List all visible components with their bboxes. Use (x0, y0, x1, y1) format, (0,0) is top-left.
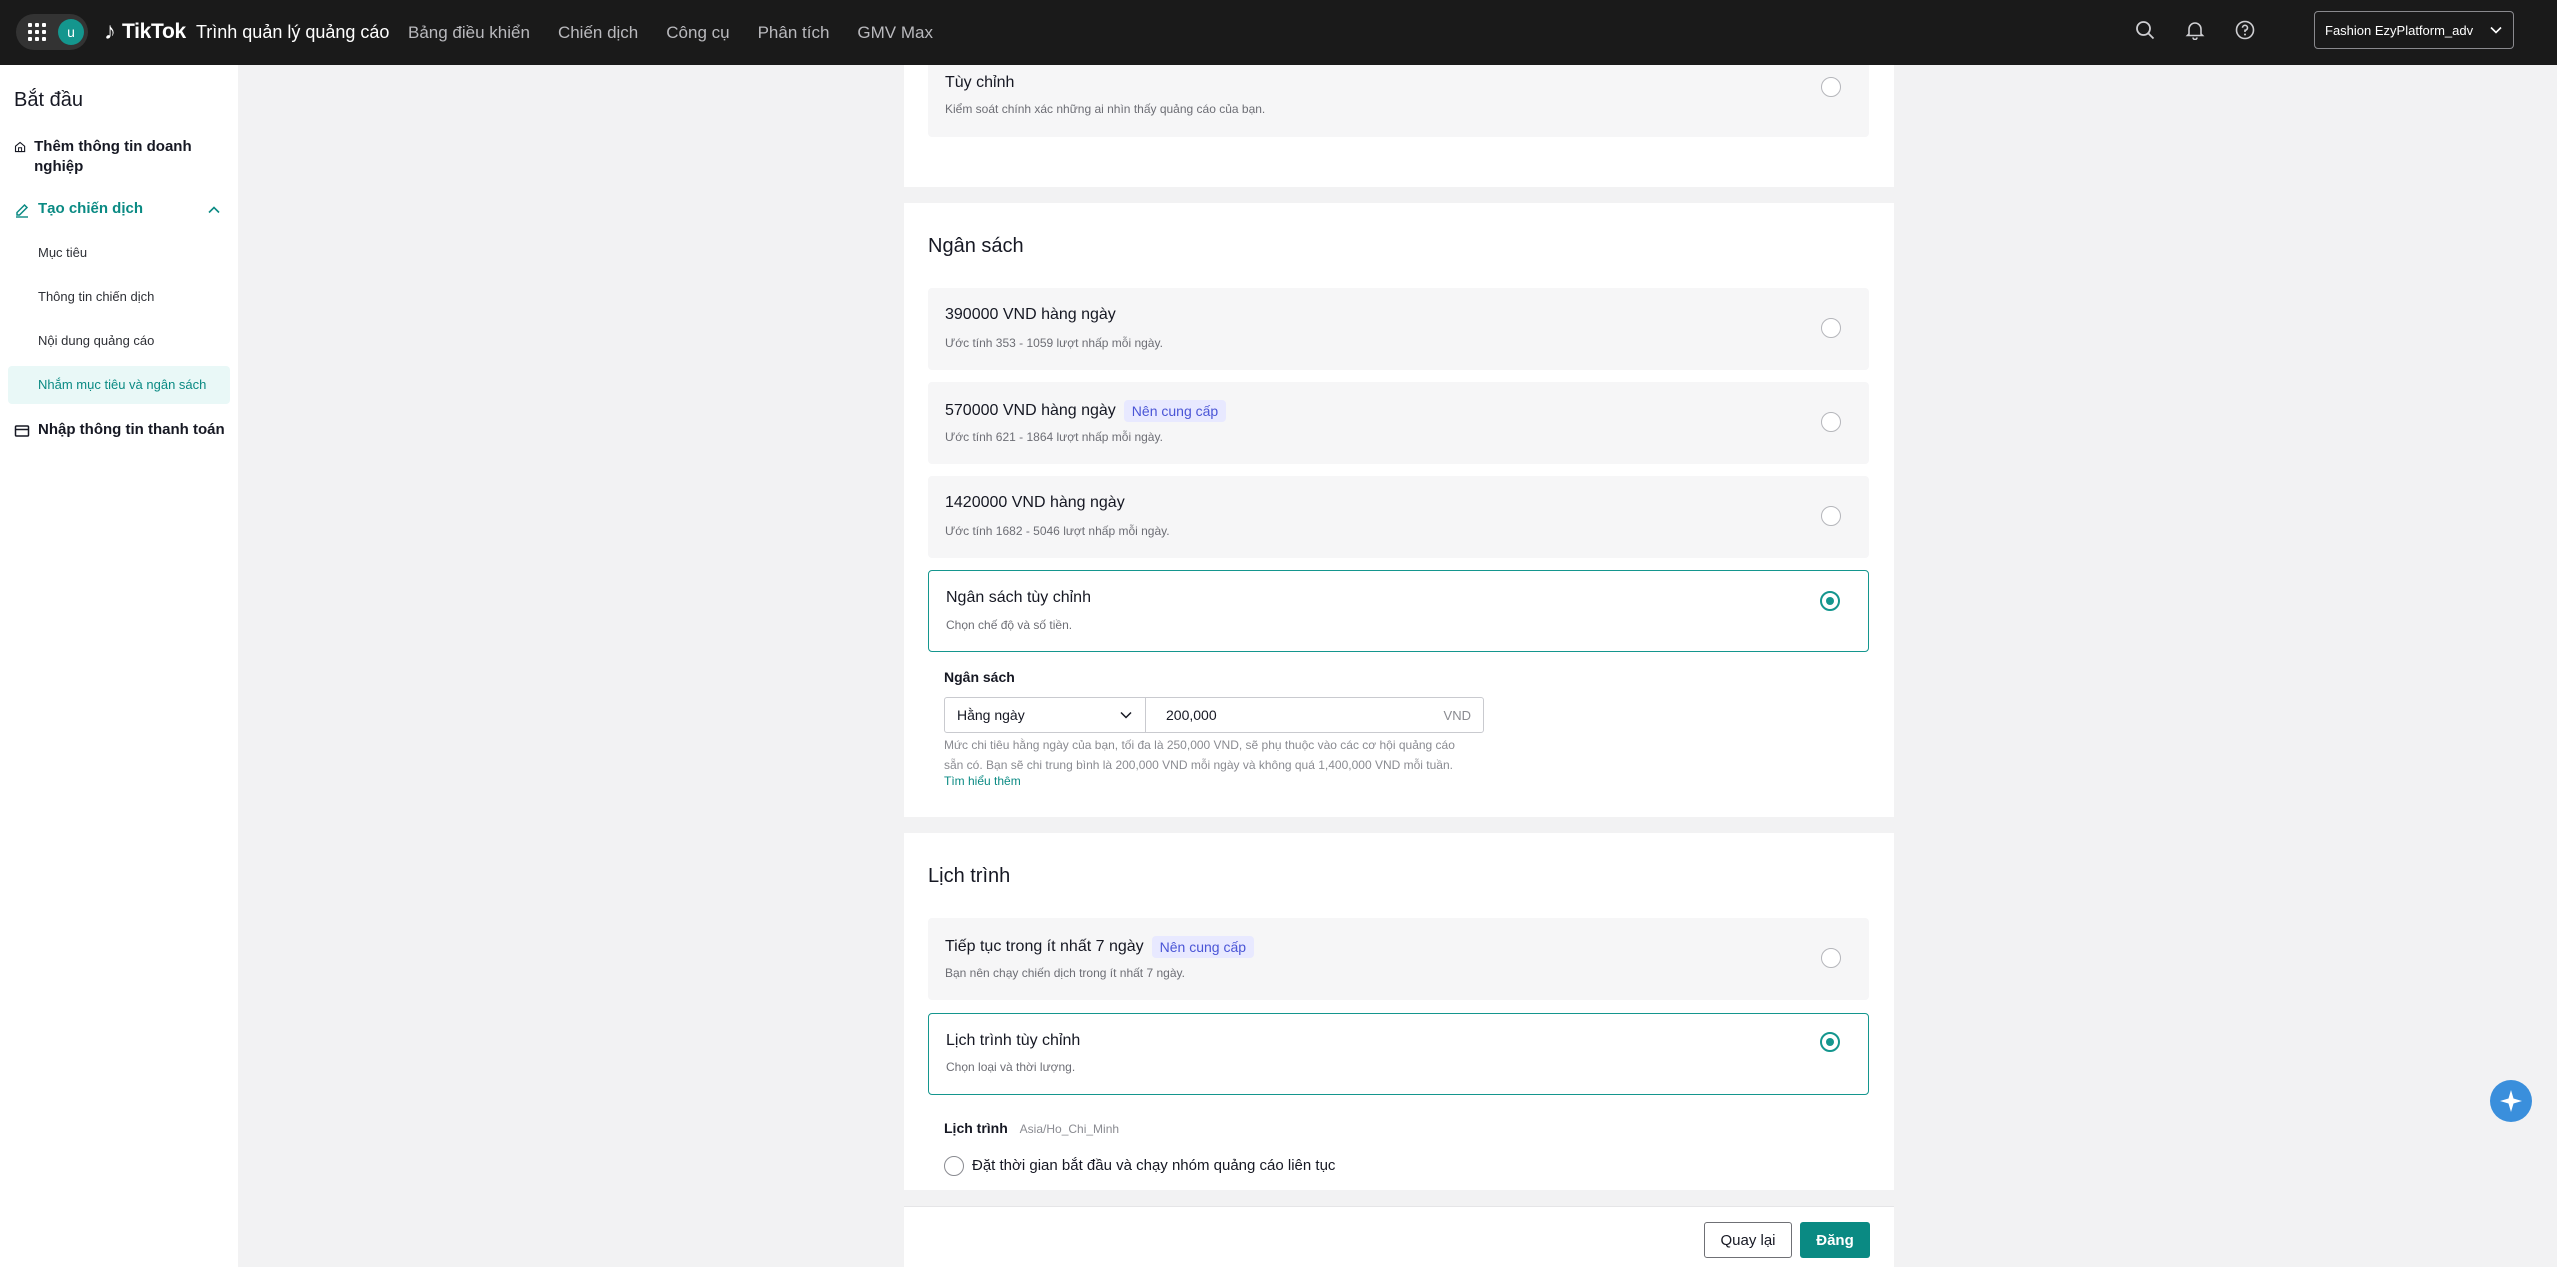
radio-button-selected[interactable] (1820, 1032, 1840, 1052)
sidebar-title: Bắt đầu (14, 89, 83, 111)
account-name: Fashion EzyPlatform_adv (2325, 22, 2474, 38)
budget-option-570000[interactable]: 570000 VND hàng ngày Nên cung cấp Ước tí… (928, 382, 1869, 464)
radio-button[interactable] (1821, 948, 1841, 968)
nav-campaigns[interactable]: Chiến dịch (558, 23, 638, 43)
budget-field-label: Ngân sách (944, 669, 1015, 685)
budget-option-390000[interactable]: 390000 VND hàng ngày Ước tính 353 - 1059… (928, 288, 1869, 370)
schedule-option-7days[interactable]: Tiếp tục trong ít nhất 7 ngày Nên cung c… (928, 918, 1869, 1000)
section-title-schedule: Lịch trình (928, 865, 1011, 887)
option-description: Ước tính 621 - 1864 lượt nhấp mỗi ngày. (945, 430, 1163, 444)
option-description: Ước tính 1682 - 5046 lượt nhấp mỗi ngày. (945, 524, 1170, 538)
option-title-text: 390000 VND hàng ngày (945, 306, 1116, 323)
schedule-card: Lịch trình Tiếp tục trong ít nhất 7 ngày… (904, 833, 1894, 1190)
option-description: Chọn chế độ và số tiền. (946, 618, 1073, 632)
edit-icon (16, 203, 29, 218)
radio-button[interactable] (1821, 77, 1841, 97)
publish-button[interactable]: Đăng (1800, 1222, 1870, 1258)
helper-line: sẵn có. Bạn sẽ chi trung bình là 200,000… (944, 758, 1453, 772)
nav-analytics[interactable]: Phân tích (758, 23, 830, 43)
budget-amount-input[interactable]: 200,000 VND (1145, 697, 1484, 733)
option-title-text: Lịch trình tùy chỉnh (946, 1032, 1081, 1049)
card-icon (14, 425, 30, 437)
option-title: 390000 VND hàng ngày (945, 306, 1116, 324)
sidebar-subitem-ad-content[interactable]: Nội dung quảng cáo (38, 333, 154, 348)
radio-button[interactable] (1821, 412, 1841, 432)
radio-button[interactable] (1821, 318, 1841, 338)
sidebar-subitem-campaign-info[interactable]: Thông tin chiến dịch (38, 289, 154, 304)
currency-unit: VND (1443, 707, 1471, 723)
nav-tools[interactable]: Công cụ (666, 23, 729, 43)
budget-option-custom[interactable]: Ngân sách tùy chỉnh Chọn chế độ và số ti… (928, 570, 1869, 652)
top-icons (2133, 18, 2257, 42)
continuous-option-label[interactable]: Đặt thời gian bắt đầu và chạy nhóm quảng… (972, 1157, 1335, 1174)
section-title-budget: Ngân sách (928, 235, 1024, 257)
sidebar-subitem-objective[interactable]: Mục tiêu (38, 245, 87, 260)
option-title-text: 570000 VND hàng ngày (945, 402, 1116, 419)
logo-subtitle: Trình quản lý quảng cáo (195, 21, 390, 42)
chevron-up-icon[interactable] (207, 203, 221, 217)
app-switcher[interactable]: u (16, 14, 88, 50)
top-navigation-bar: u ♪ TikTok Trình quản lý quảng cáo Bảng … (0, 0, 2557, 65)
sparkle-icon (2500, 1090, 2522, 1112)
option-title: Tùy chỉnh (945, 74, 1014, 92)
option-title: 1420000 VND hàng ngày (945, 494, 1125, 512)
chevron-down-icon (2490, 26, 2502, 34)
sidebar-item-payment[interactable]: Nhập thông tin thanh toán (14, 421, 234, 439)
sidebar-subitem-targeting-budget[interactable]: Nhắm mục tiêu và ngân sách (38, 377, 206, 392)
sidebar: Bắt đầu Thêm thông tin doanh nghiệp Tạo … (0, 65, 238, 1267)
option-title-text: Tiếp tục trong ít nhất 7 ngày (945, 938, 1144, 955)
option-title: Tiếp tục trong ít nhất 7 ngày Nên cung c… (945, 936, 1255, 958)
sidebar-item-label: Thêm thông tin doanh nghiệp (34, 138, 192, 175)
assistant-button[interactable] (2490, 1080, 2532, 1122)
option-description: Chọn loại và thời lượng. (946, 1060, 1076, 1074)
tiktok-logo[interactable]: ♪ TikTok Trình quản lý quảng cáo (104, 18, 389, 46)
option-title-text: Tùy chỉnh (945, 74, 1015, 91)
option-title: Lịch trình tùy chỉnh (946, 1032, 1080, 1050)
bell-icon[interactable] (2183, 18, 2207, 42)
option-title: 570000 VND hàng ngày Nên cung cấp (945, 400, 1227, 422)
apps-grid-icon[interactable] (28, 23, 46, 41)
budget-mode-select[interactable]: Hằng ngày (944, 697, 1146, 733)
account-switcher[interactable]: Fashion EzyPlatform_adv (2314, 11, 2514, 49)
recommended-badge: Nên cung cấp (1151, 936, 1255, 958)
radio-button[interactable] (1821, 506, 1841, 526)
continuous-radio[interactable] (944, 1156, 964, 1176)
budget-amount-value: 200,000 (1166, 707, 1217, 723)
back-button[interactable]: Quay lại (1704, 1222, 1792, 1258)
search-icon[interactable] (2133, 18, 2157, 42)
sidebar-item-label: Tạo chiến dịch (38, 200, 144, 217)
logo-brand: TikTok (122, 20, 186, 43)
sidebar-item-label: Nhập thông tin thanh toán (38, 421, 225, 438)
option-description: Ước tính 353 - 1059 lượt nhấp mỗi ngày. (945, 336, 1163, 350)
learn-more-link[interactable]: Tìm hiểu thêm (944, 774, 1021, 788)
budget-option-1420000[interactable]: 1420000 VND hàng ngày Ước tính 1682 - 50… (928, 476, 1869, 558)
nav-dashboard[interactable]: Bảng điều khiển (408, 23, 530, 43)
recommended-badge: Nên cung cấp (1123, 400, 1227, 422)
nav-gmv-max[interactable]: GMV Max (857, 23, 933, 43)
help-icon[interactable] (2233, 18, 2257, 42)
helper-line: Mức chi tiêu hằng ngày của bạn, tối đa l… (944, 738, 1455, 752)
sidebar-item-create-campaign[interactable]: Tạo chiến dịch (14, 200, 224, 218)
budget-mode-value: Hằng ngày (957, 707, 1025, 723)
sidebar-item-business-info[interactable]: Thêm thông tin doanh nghiệp (14, 137, 194, 177)
option-description: Kiểm soát chính xác những ai nhìn thấy q… (945, 102, 1266, 116)
schedule-field-label: Lịch trình Asia/Ho_Chi_Minh (944, 1120, 1119, 1136)
targeting-custom-option[interactable]: Tùy chỉnh Kiểm soát chính xác những ai n… (928, 65, 1869, 137)
timezone-text: Asia/Ho_Chi_Minh (1019, 1122, 1120, 1136)
schedule-option-custom[interactable]: Lịch trình tùy chỉnh Chọn loại và thời l… (928, 1013, 1869, 1095)
tiktok-note-icon: ♪ (104, 18, 116, 45)
chevron-down-icon (1120, 711, 1132, 719)
schedule-label-text: Lịch trình (944, 1120, 1008, 1136)
avatar[interactable]: u (58, 19, 84, 45)
option-title-text: Ngân sách tùy chỉnh (946, 589, 1091, 606)
targeting-card: Tùy chỉnh Kiểm soát chính xác những ai n… (904, 65, 1894, 187)
radio-button-selected[interactable] (1820, 591, 1840, 611)
option-description: Bạn nên chạy chiến dịch trong ít nhất 7 … (945, 966, 1185, 980)
main-nav: Bảng điều khiển Chiến dịch Công cụ Phân … (408, 0, 933, 65)
option-title: Ngân sách tùy chỉnh (946, 589, 1091, 607)
option-title-text: 1420000 VND hàng ngày (945, 494, 1125, 511)
home-icon (14, 141, 26, 153)
budget-helper-text: Mức chi tiêu hằng ngày của bạn, tối đa l… (944, 735, 1489, 775)
